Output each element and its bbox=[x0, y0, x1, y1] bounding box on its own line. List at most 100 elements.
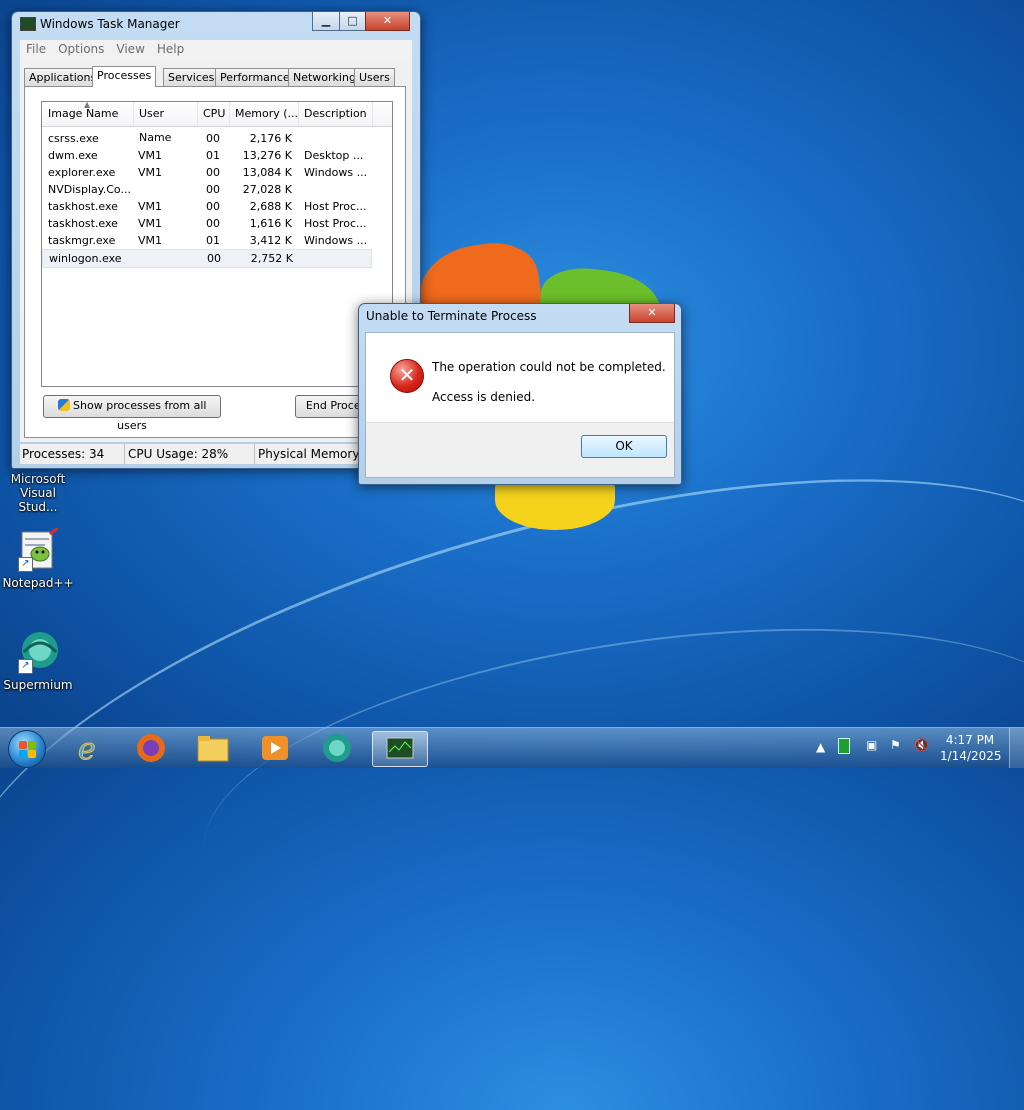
desktop-icon-supermium[interactable]: ↗ Supermium bbox=[0, 630, 76, 692]
clock[interactable]: 4:17 PM 1/14/2025 bbox=[940, 732, 1002, 764]
table-row[interactable]: csrss.exe 00 2,176 K bbox=[42, 130, 372, 147]
file-explorer-icon[interactable] bbox=[186, 731, 240, 765]
column-cpu[interactable]: CPU bbox=[197, 102, 230, 126]
media-player-icon[interactable] bbox=[248, 731, 302, 765]
dialog-message: The operation could not be completed. bbox=[432, 360, 666, 374]
cell-image-name: taskhost.exe bbox=[48, 200, 118, 213]
cell-cpu: 00 bbox=[206, 183, 220, 196]
supermium-taskbar-icon[interactable] bbox=[310, 731, 364, 765]
process-list[interactable]: Image Name User Name CPU Memory (... Des… bbox=[41, 100, 393, 387]
shield-icon bbox=[57, 399, 70, 411]
cell-memory: 3,412 K bbox=[249, 234, 292, 247]
task-manager-body: Applications Processes Services Performa… bbox=[20, 60, 412, 442]
cell-image-name: dwm.exe bbox=[48, 149, 98, 162]
cell-description: Host Proc... bbox=[304, 217, 367, 230]
internet-explorer-icon[interactable]: e bbox=[62, 731, 116, 768]
cell-description: Host Proc... bbox=[304, 200, 367, 213]
network-icon[interactable]: ▣ bbox=[866, 738, 877, 752]
cell-cpu: 00 bbox=[206, 200, 220, 213]
cell-memory: 1,616 K bbox=[249, 217, 292, 230]
column-memory[interactable]: Memory (... bbox=[229, 102, 299, 126]
cell-cpu: 00 bbox=[207, 252, 221, 265]
dialog-detail: Access is denied. bbox=[432, 390, 536, 404]
cell-description: Windows ... bbox=[304, 166, 368, 179]
clock-date: 1/14/2025 bbox=[940, 749, 1002, 763]
cell-image-name: csrss.exe bbox=[48, 132, 99, 145]
cell-memory: 2,752 K bbox=[250, 252, 293, 265]
tab-users[interactable]: Users bbox=[354, 68, 395, 86]
error-dialog: Unable to Terminate Process ✕ ✕ The oper… bbox=[358, 303, 682, 485]
firefox-icon[interactable] bbox=[124, 731, 178, 765]
show-all-users-button[interactable]: Show processes from all users bbox=[43, 395, 221, 432]
dialog-close-button[interactable]: ✕ bbox=[629, 304, 675, 323]
show-hidden-icons-button[interactable]: ▲ bbox=[816, 740, 825, 754]
cell-description: Windows ... bbox=[304, 234, 368, 247]
desktop-icon-label: Notepad++ bbox=[2, 576, 74, 590]
tray-app-icon[interactable] bbox=[838, 738, 850, 754]
shortcut-arrow-icon: ↗ bbox=[18, 659, 33, 674]
notepad-plus-plus-icon: ↗ bbox=[16, 526, 60, 572]
desktop-icon-notepad-plus-plus[interactable]: ↗ Notepad++ bbox=[0, 526, 76, 590]
tab-performance[interactable]: Performance bbox=[215, 68, 295, 86]
table-row[interactable]: taskhost.exe VM1 00 2,688 K Host Proc... bbox=[42, 198, 372, 215]
cell-cpu: 01 bbox=[206, 234, 220, 247]
dialog-content: ✕ The operation could not be completed. … bbox=[365, 332, 675, 478]
cell-user-name: VM1 bbox=[138, 200, 163, 213]
dialog-footer: OK bbox=[366, 422, 674, 477]
tab-networking[interactable]: Networking bbox=[288, 68, 361, 86]
start-button[interactable] bbox=[8, 730, 46, 768]
menu-options[interactable]: Options bbox=[52, 40, 110, 58]
maximize-button[interactable]: □ bbox=[339, 12, 366, 31]
table-row[interactable]: explorer.exe VM1 00 13,084 K Windows ... bbox=[42, 164, 372, 181]
cell-image-name: NVDisplay.Co... bbox=[48, 183, 131, 196]
tab-applications[interactable]: Applications bbox=[24, 68, 102, 86]
error-icon: ✕ bbox=[390, 359, 424, 393]
column-user-name[interactable]: User Name bbox=[133, 102, 198, 144]
status-processes: Processes: 34 bbox=[20, 444, 125, 464]
cell-image-name: taskhost.exe bbox=[48, 217, 118, 230]
menu-help[interactable]: Help bbox=[151, 40, 190, 58]
table-row[interactable]: winlogon.exe 00 2,752 K bbox=[42, 249, 372, 268]
table-row[interactable]: dwm.exe VM1 01 13,276 K Desktop ... bbox=[42, 147, 372, 164]
minimize-button[interactable]: ▁ bbox=[312, 12, 340, 31]
desktop-icon-label: Supermium bbox=[3, 678, 73, 692]
cell-cpu: 00 bbox=[206, 217, 220, 230]
cell-cpu: 00 bbox=[206, 132, 220, 145]
cell-image-name: winlogon.exe bbox=[49, 252, 122, 265]
task-manager-icon bbox=[20, 17, 36, 31]
cell-memory: 13,084 K bbox=[242, 166, 292, 179]
taskbar: e ▲ ▣ ⚑ 🔇 4:17 PM 1/14/2025 bbox=[0, 727, 1024, 768]
column-description[interactable]: Description bbox=[298, 102, 373, 126]
tab-processes[interactable]: Processes bbox=[92, 66, 157, 87]
cell-memory: 2,688 K bbox=[249, 200, 292, 213]
show-desktop-button[interactable] bbox=[1009, 728, 1024, 768]
action-center-flag-icon[interactable]: ⚑ bbox=[890, 738, 901, 752]
task-manager-taskbar-icon[interactable] bbox=[372, 731, 428, 767]
close-button[interactable]: ✕ bbox=[365, 12, 410, 31]
table-row[interactable]: taskmgr.exe VM1 01 3,412 K Windows ... bbox=[42, 232, 372, 249]
volume-muted-icon[interactable]: 🔇 bbox=[914, 738, 929, 752]
cell-memory: 27,028 K bbox=[242, 183, 292, 196]
tab-services[interactable]: Services bbox=[163, 68, 220, 86]
cell-memory: 13,276 K bbox=[242, 149, 292, 162]
title-bar[interactable]: Windows Task Manager ▁ □ ✕ bbox=[12, 12, 420, 36]
cell-image-name: taskmgr.exe bbox=[48, 234, 116, 247]
ok-button[interactable]: OK bbox=[581, 435, 667, 458]
sort-arrow-icon: ▲ bbox=[84, 100, 91, 109]
cell-user-name: VM1 bbox=[138, 217, 163, 230]
dialog-title-bar[interactable]: Unable to Terminate Process ✕ bbox=[359, 304, 681, 328]
window-title: Windows Task Manager bbox=[40, 17, 180, 31]
cell-user-name: VM1 bbox=[138, 234, 163, 247]
cell-cpu: 01 bbox=[206, 149, 220, 162]
processes-panel: Image Name User Name CPU Memory (... Des… bbox=[24, 86, 406, 438]
dialog-title: Unable to Terminate Process bbox=[366, 309, 537, 323]
menu-bar: File Options View Help bbox=[20, 40, 412, 60]
menu-file[interactable]: File bbox=[20, 40, 52, 58]
shortcut-arrow-icon: ↗ bbox=[18, 557, 33, 572]
clock-time: 4:17 PM bbox=[945, 733, 995, 747]
table-row[interactable]: NVDisplay.Co... 00 27,028 K bbox=[42, 181, 372, 198]
table-row[interactable]: taskhost.exe VM1 00 1,616 K Host Proc... bbox=[42, 215, 372, 232]
desktop-icon-visual-studio[interactable]: Microsoft Visual Stud... bbox=[0, 472, 76, 514]
list-header: Image Name User Name CPU Memory (... Des… bbox=[42, 100, 392, 144]
menu-view[interactable]: View bbox=[110, 40, 150, 58]
